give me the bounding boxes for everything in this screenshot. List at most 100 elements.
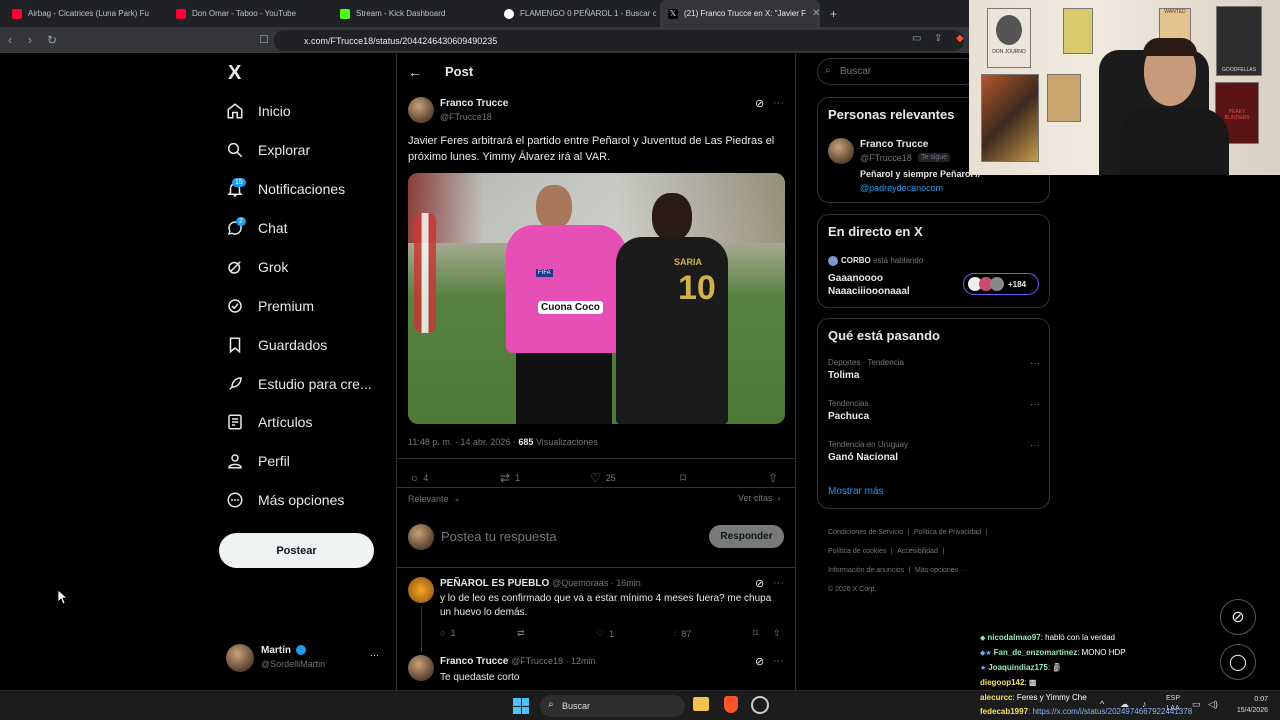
nav-item-bookmarks[interactable]: Guardados <box>226 336 327 354</box>
x-logo-icon[interactable]: X <box>228 62 241 85</box>
bio-link[interactable]: @padreydecanocom <box>860 183 943 193</box>
views-button[interactable]: ⫶ 87 <box>674 628 691 639</box>
forward-icon[interactable]: › <box>28 33 32 47</box>
like-button[interactable]: ♡ 25 <box>590 471 616 485</box>
relevant-avatar[interactable] <box>828 138 854 164</box>
footer-link[interactable]: Información de anuncios <box>828 567 904 574</box>
browser-tab[interactable]: Stream - Kick Dashboard <box>332 0 492 27</box>
live-host[interactable]: CORBO está hablando <box>841 256 923 265</box>
clock[interactable]: 0:07 15/4/2026 <box>1228 694 1268 716</box>
reply-button[interactable]: ○ 4 <box>411 471 428 485</box>
footer-link[interactable]: Accesibilidad <box>897 548 938 555</box>
nav-item-home[interactable]: Inicio <box>226 102 291 120</box>
like-button[interactable]: ♡ 1 <box>596 628 614 639</box>
browser-tab[interactable]: Don Omar - Taboo - YouTube <box>168 0 328 27</box>
view-quotes-link[interactable]: Ver citas › <box>738 493 781 503</box>
listeners-pill[interactable]: +184 <box>963 273 1039 295</box>
chat-text: : <box>1024 678 1027 687</box>
show-more-link[interactable]: Mostrar más <box>828 486 884 497</box>
trend-item[interactable]: Tendencia en Uruguay Ganó Nacional ··· <box>828 440 1040 463</box>
grok-explain-icon[interactable]: ⊘ <box>755 577 764 590</box>
chat-text: : habló con la verdad <box>1040 633 1115 642</box>
reply-author[interactable]: PEÑAROL ES PUEBLO <box>440 578 549 589</box>
poster: DON JOURNO <box>987 8 1031 68</box>
file-explorer-icon[interactable] <box>693 697 709 711</box>
back-arrow-icon[interactable]: ← <box>408 64 422 80</box>
nav-item-grok[interactable]: Grok <box>226 258 288 276</box>
nav-item-profile[interactable]: Perfil <box>226 452 290 470</box>
reply-handle[interactable]: @FTrucce18 · 12min <box>511 656 595 666</box>
grok-explain-icon[interactable]: ⊘ <box>755 655 764 668</box>
footer-link[interactable]: Condiciones de Servicio <box>828 529 903 536</box>
heart-icon: ♡ <box>596 628 605 638</box>
repost-button[interactable]: ⇄ 1 <box>500 471 520 485</box>
reply-avatar[interactable] <box>408 577 434 603</box>
author-name[interactable]: Franco Trucce <box>440 98 508 109</box>
windows-start-icon[interactable] <box>513 698 529 714</box>
more-options-icon[interactable]: ··· <box>773 577 784 589</box>
trending-card: Qué está pasando Deportes · Tendencia To… <box>817 318 1050 509</box>
post-timestamp[interactable]: 11:48 p. m. · 14 abr. 2026 · <box>408 437 518 447</box>
taskbar-search[interactable]: Buscar <box>540 695 685 717</box>
network-icon[interactable]: ▭ <box>1192 699 1201 710</box>
post-image[interactable]: FIFA Cuona Coco SARIA 10 <box>408 173 785 424</box>
search-input[interactable]: Buscar <box>817 58 977 85</box>
volume-icon[interactable]: ◁) <box>1208 699 1218 710</box>
footer-link[interactable]: Política de Privacidad <box>914 529 981 536</box>
close-icon[interactable]: ✕ <box>812 8 820 19</box>
repost-icon: ⇄ <box>500 471 511 485</box>
reply-button[interactable]: Responder <box>709 525 784 548</box>
reply-input[interactable]: Postea tu respuesta <box>441 529 557 544</box>
trend-item[interactable]: Tendencias Pachuca ··· <box>828 399 1040 422</box>
grok-float-button[interactable]: ⊘ <box>1220 599 1256 635</box>
reply-handle[interactable]: @Quemoraas · 16min <box>552 578 641 588</box>
nav-item-explore[interactable]: Explorar <box>226 141 310 159</box>
obs-icon[interactable] <box>751 696 769 714</box>
nav-item-premium[interactable]: Premium <box>226 297 314 315</box>
nav-item-creator-studio[interactable]: Estudio para cre... <box>226 375 372 393</box>
share-button[interactable]: ⇧ <box>773 628 781 639</box>
nav-item-more[interactable]: Más opciones <box>226 491 344 509</box>
more-options-icon[interactable]: ··· <box>773 655 784 667</box>
repost-button[interactable]: ⇄ <box>517 628 525 639</box>
browser-tab-active[interactable]: 𝕏 (21) Franco Trucce en X: "Javier F ✕ <box>660 0 820 27</box>
grok-explain-icon[interactable]: ⊘ <box>755 97 764 110</box>
back-icon[interactable]: ‹ <box>8 33 12 47</box>
sort-replies-dropdown[interactable]: Relevante ⌄ <box>408 493 461 504</box>
brave-shield-icon[interactable]: ◆ <box>956 33 964 44</box>
mouse-cursor-icon <box>58 590 68 605</box>
trend-more-icon[interactable]: ··· <box>1030 358 1040 369</box>
trend-more-icon[interactable]: ··· <box>1030 440 1040 451</box>
reload-icon[interactable]: ↻ <box>47 33 57 47</box>
footer-link[interactable]: Más opciones ··· <box>915 567 967 574</box>
browser-tab[interactable]: Airbag - Cicatrices (Luna Park) Fu <box>4 0 164 27</box>
nav-item-articles[interactable]: Artículos <box>226 413 312 431</box>
live-title-line[interactable]: Naaaciiiooonaaal <box>828 286 910 297</box>
url-bar[interactable]: x.com/FTrucce18/status/20442464306094902… <box>274 30 964 51</box>
browser-tab[interactable]: FLAMENGO 0 PEÑAROL 1 - Buscar c <box>496 0 656 27</box>
messages-float-button[interactable]: ◯ <box>1220 644 1256 680</box>
reply-button[interactable]: ○ 1 <box>440 628 455 638</box>
footer-link[interactable]: Política de cookies <box>828 548 886 555</box>
trend-item[interactable]: Deportes · Tendencia Tolima ··· <box>828 358 1040 381</box>
bookmark-page-icon[interactable]: ☐ <box>259 33 269 46</box>
more-options-icon[interactable]: ··· <box>773 97 784 109</box>
author-handle[interactable]: @FTrucce18 <box>440 112 492 122</box>
reply-avatar[interactable] <box>408 655 434 681</box>
new-tab-button[interactable]: + <box>822 0 846 27</box>
share-button[interactable]: ⇧ <box>768 471 778 485</box>
brave-icon[interactable] <box>724 696 738 713</box>
cast-icon[interactable]: ▭ <box>912 33 921 44</box>
live-title-line[interactable]: Gaaanoooo <box>828 273 883 284</box>
relevant-name[interactable]: Franco Trucce <box>860 139 928 150</box>
author-avatar[interactable] <box>408 97 434 123</box>
account-switcher[interactable]: Martín @SordelliMartin ··· <box>226 644 386 674</box>
account-more-icon[interactable]: ··· <box>370 650 379 660</box>
bookmark-button[interactable]: ⌑ <box>680 471 686 485</box>
bookmark-button[interactable]: ⌑ <box>753 628 758 639</box>
share-icon[interactable]: ⇪ <box>934 33 942 44</box>
trend-more-icon[interactable]: ··· <box>1030 399 1040 410</box>
post-button[interactable]: Postear <box>219 533 374 568</box>
relevant-handle[interactable]: @FTrucce18 <box>860 153 912 163</box>
reply-author[interactable]: Franco Trucce <box>440 656 508 667</box>
